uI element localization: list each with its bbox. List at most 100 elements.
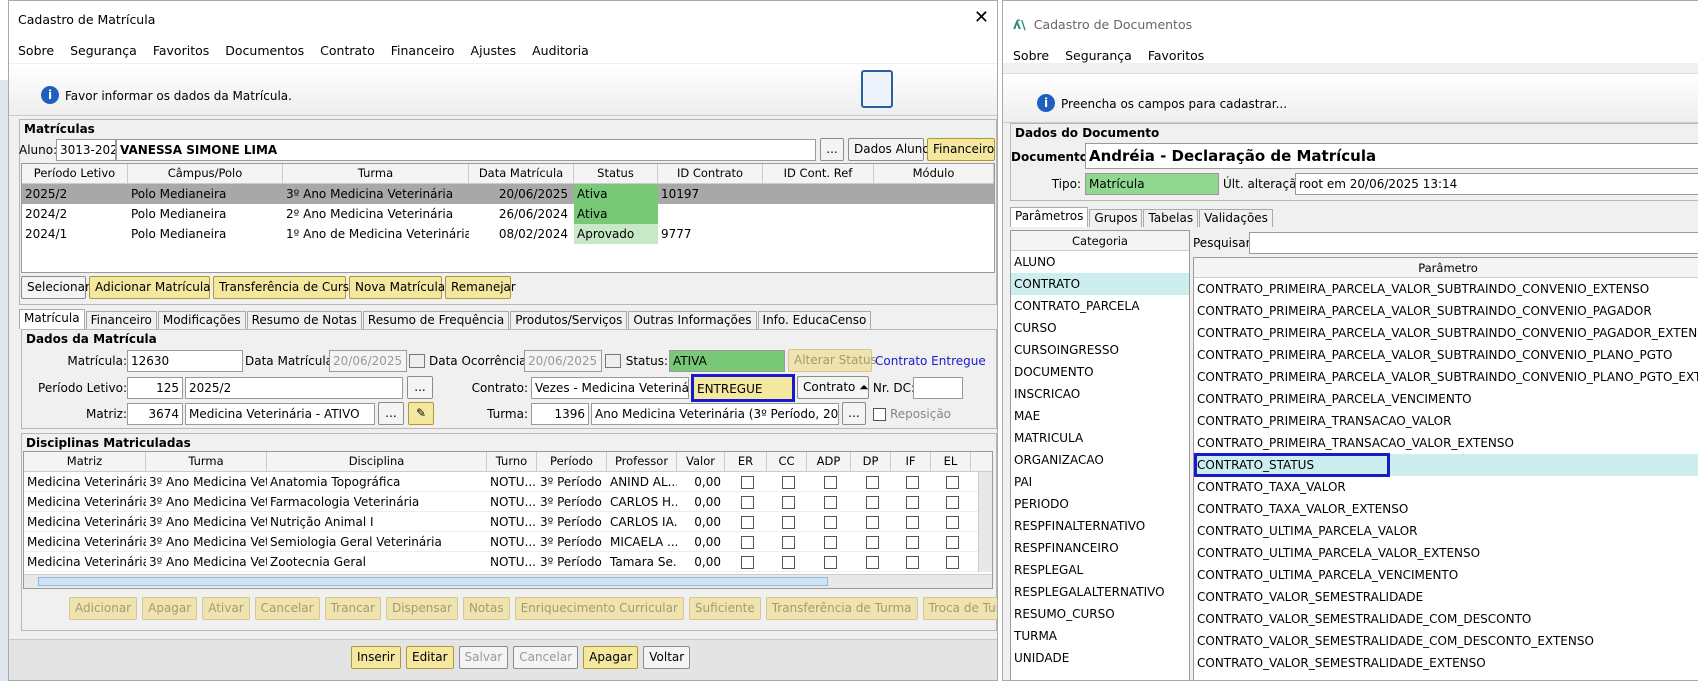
categoria-item[interactable]: CURSOINGRESSO — [1011, 339, 1189, 361]
flag-checkbox[interactable] — [931, 532, 971, 551]
parametro-item[interactable]: CONTRATO_PRIMEIRA_PARCELA_VALOR_SUBTRAIN… — [1194, 300, 1698, 322]
categoria-item[interactable]: UNIDADE — [1011, 647, 1189, 669]
contrato-field[interactable]: Vezes - Medicina Veterinária — [531, 377, 689, 399]
flag-checkbox[interactable] — [891, 532, 931, 551]
col-if[interactable]: IF — [891, 452, 931, 471]
contrato-entregue-link[interactable]: Contrato Entregue — [875, 354, 986, 368]
tipo-field[interactable]: Matrícula — [1085, 173, 1219, 195]
data-ocorrencia-field[interactable]: 20/06/2025 — [524, 350, 602, 372]
inserir-button[interactable]: Inserir — [351, 646, 401, 669]
table-row[interactable]: Medicina Veterinária3º Ano Medicina Vet.… — [24, 472, 992, 492]
menu-financeiro[interactable]: Financeiro — [391, 43, 455, 58]
checkbox[interactable] — [906, 556, 919, 569]
col-periodo[interactable]: Período Letivo — [22, 164, 128, 183]
aluno-code-field[interactable]: 3013-2022 — [56, 139, 116, 161]
checkbox[interactable] — [824, 536, 837, 549]
parametro-item[interactable]: CONTRATO_VALOR_SEMESTRALIDADE — [1194, 586, 1698, 608]
checkbox[interactable] — [946, 516, 959, 529]
categoria-item[interactable]: DOCUMENTO — [1011, 361, 1189, 383]
tab-validacoes[interactable]: Validações — [1199, 209, 1273, 227]
categoria-item[interactable]: ALUNO — [1011, 251, 1189, 273]
col-modulo[interactable]: Módulo — [874, 164, 994, 183]
matriz-code-field[interactable]: 3674 — [127, 403, 183, 425]
turma-code-field[interactable]: 1396 — [531, 403, 589, 425]
col-dp[interactable]: DP — [851, 452, 891, 471]
selecionar-button[interactable]: Selecionar — [21, 276, 90, 299]
flag-checkbox[interactable] — [851, 532, 891, 551]
parametro-item[interactable]: CONTRATO_ULTIMA_PARCELA_VALOR — [1194, 520, 1698, 542]
disc-button-ativar[interactable]: Ativar — [202, 597, 250, 620]
data-matricula-field[interactable]: 20/06/2025 — [329, 350, 407, 372]
checkbox[interactable] — [866, 556, 879, 569]
flag-checkbox[interactable] — [807, 472, 851, 491]
checkbox[interactable] — [824, 476, 837, 489]
nova-matricula-button[interactable]: Nova Matrícula — [349, 276, 445, 299]
tab-resumo-notas[interactable]: Resumo de Notas — [246, 311, 362, 329]
checkbox[interactable] — [741, 536, 754, 549]
table-row[interactable]: Medicina Veterinária3º Ano Medicina Vet.… — [24, 512, 992, 532]
parametro-item[interactable]: CONTRATO_PRIMEIRA_PARCELA_VALOR_SUBTRAIN… — [1194, 278, 1698, 300]
col-matriz[interactable]: Matriz — [24, 452, 146, 471]
tab-matricula[interactable]: Matrícula — [19, 309, 85, 329]
disc-button-apagar[interactable]: Apagar — [142, 597, 198, 620]
parametro-item[interactable]: CONTRATO_ULTIMA_PARCELA_VALOR_EXTENSO — [1194, 542, 1698, 564]
financeiro-button[interactable]: Financeiro — [927, 138, 995, 161]
flag-checkbox[interactable] — [891, 492, 931, 511]
contrato-menu-button[interactable]: Contrato ⏶ — [797, 376, 869, 399]
calendar-icon[interactable] — [409, 354, 425, 368]
checkbox[interactable] — [906, 496, 919, 509]
flag-checkbox[interactable] — [767, 492, 807, 511]
disc-button-notas[interactable]: Notas — [462, 597, 510, 620]
menu-seguranca[interactable]: Segurança — [70, 43, 137, 58]
menu-favoritos[interactable]: Favoritos — [1148, 48, 1204, 63]
flag-checkbox[interactable] — [807, 552, 851, 571]
menu-sobre[interactable]: Sobre — [1013, 48, 1049, 63]
tab-educacenso[interactable]: Info. EducaCenso — [757, 311, 872, 329]
matriz-field[interactable]: Medicina Veterinária - ATIVO — [185, 403, 375, 425]
tab-grupos[interactable]: Grupos — [1089, 209, 1143, 227]
checkbox[interactable] — [782, 476, 795, 489]
col-periodo[interactable]: Período — [537, 452, 607, 471]
categoria-item[interactable]: RESPFINALTERNATIVO — [1011, 515, 1189, 537]
checkbox[interactable] — [946, 536, 959, 549]
checkbox[interactable] — [824, 556, 837, 569]
parametro-item[interactable]: CONTRATO_PRIMEIRA_PARCELA_VALOR_SUBTRAIN… — [1194, 344, 1698, 366]
disc-button-troca-de-turma[interactable]: Troca de Turma — [922, 597, 997, 620]
edit-pencil-icon[interactable]: ✎ — [408, 402, 434, 425]
apagar-button[interactable]: Apagar — [583, 646, 639, 669]
disc-button-transfer-ncia-de-turma[interactable]: Transferência de Turma — [765, 597, 918, 620]
flag-checkbox[interactable] — [767, 472, 807, 491]
disc-button-dispensar[interactable]: Dispensar — [385, 597, 458, 620]
flag-checkbox[interactable] — [851, 492, 891, 511]
parametro-item[interactable]: CONTRATO_STATUS — [1194, 453, 1698, 477]
col-id-contrato[interactable]: ID Contrato — [658, 164, 763, 183]
col-adp[interactable]: ADP — [807, 452, 851, 471]
parametro-item[interactable]: CONTRATO_VALOR_SEMESTRALIDADE_EXTENSO — [1194, 652, 1698, 674]
checkbox[interactable] — [906, 536, 919, 549]
tab-produtos[interactable]: Produtos/Serviços — [510, 311, 628, 329]
table-row[interactable]: 2024/2 Polo Medianeira 2º Ano Medicina V… — [22, 204, 994, 224]
periodo-field[interactable]: 2025/2 — [185, 377, 403, 399]
col-status[interactable]: Status — [574, 164, 658, 183]
checkbox[interactable] — [782, 536, 795, 549]
dados-aluno-button[interactable]: Dados Aluno — [848, 138, 930, 161]
menu-sobre[interactable]: Sobre — [18, 43, 54, 58]
categoria-item[interactable]: RESPLEGAL — [1011, 559, 1189, 581]
aluno-name-field[interactable]: VANESSA SIMONE LIMA — [116, 139, 816, 161]
col-turno[interactable]: Turno — [487, 452, 537, 471]
parametro-item[interactable]: CONTRATO_ULTIMA_PARCELA_VENCIMENTO — [1194, 564, 1698, 586]
parametro-item[interactable]: CONTRATO_PRIMEIRA_PARCELA_VALOR_SUBTRAIN… — [1194, 322, 1698, 344]
reposicao-checkbox[interactable] — [873, 408, 886, 421]
table-row[interactable]: 2024/1 Polo Medianeira 1º Ano de Medicin… — [22, 224, 994, 244]
adicionar-matricula-button[interactable]: Adicionar Matrícula — [89, 276, 211, 299]
col-disciplina[interactable]: Disciplina — [267, 452, 487, 471]
categoria-item[interactable]: RESPFINANCEIRO — [1011, 537, 1189, 559]
flag-checkbox[interactable] — [807, 492, 851, 511]
categoria-item[interactable]: CURSO — [1011, 317, 1189, 339]
checkbox[interactable] — [866, 536, 879, 549]
remanejar-button[interactable]: Remanejar — [445, 276, 516, 299]
parametro-item[interactable]: CONTRATO_PRIMEIRA_TRANSACAO_VALOR — [1194, 410, 1698, 432]
checkbox[interactable] — [741, 476, 754, 489]
checkbox[interactable] — [824, 516, 837, 529]
checkbox[interactable] — [782, 556, 795, 569]
